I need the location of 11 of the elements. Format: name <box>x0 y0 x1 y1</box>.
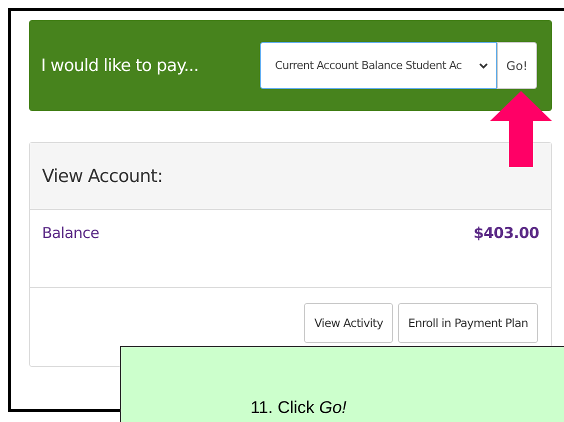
balance-label: Balance <box>42 224 100 244</box>
account-dropdown[interactable]: Current Account Balance Student Ac <box>260 42 497 89</box>
card-title: View Account: <box>42 166 163 186</box>
pay-prompt: I would like to pay... <box>41 56 198 76</box>
caret-icon <box>479 62 488 68</box>
card-button[interactable]: View Activity <box>304 303 394 343</box>
balance-amount: $403.00 <box>473 224 539 244</box>
instruction-text: 11. Click Go! <box>250 398 347 418</box>
arrow-icon <box>490 91 552 167</box>
go-button[interactable]: Go! <box>497 42 537 89</box>
card-button[interactable]: Enroll in Payment Plan <box>398 303 538 343</box>
